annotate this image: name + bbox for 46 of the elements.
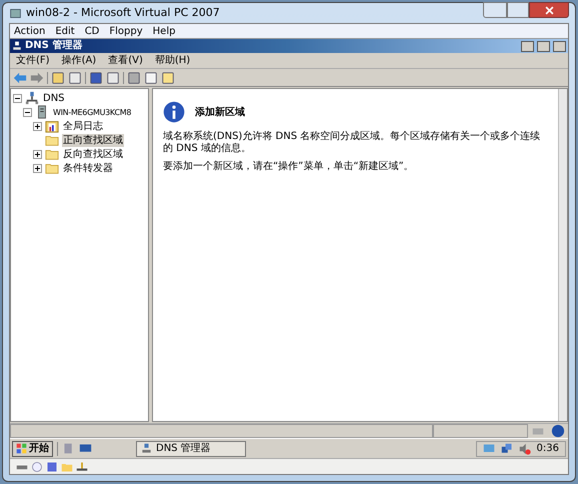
forward-arrow-icon [30, 70, 44, 84]
menu-item[interactable]: CD [84, 24, 100, 38]
detail-text: 要添加一个新区域，请在“操作”菜单，单击“新建区域”。 [163, 161, 415, 173]
window-title: win08-2 - Microsoft Virtual PC 2007 [26, 4, 221, 21]
tree-item[interactable]: WIN-ME6GMU3KCM8 [52, 106, 132, 118]
taskbar-button[interactable]: DNS 管理器 [136, 440, 246, 456]
clock: 0:36 [536, 442, 559, 456]
expand-toggle[interactable] [33, 150, 42, 158]
windows-logo-icon [16, 443, 27, 454]
close-icon [544, 6, 554, 14]
monitor-icon [482, 442, 495, 454]
menu-item[interactable]: 文件(F) [16, 53, 50, 68]
menu-item[interactable]: Floppy [109, 24, 143, 38]
minimize-button[interactable] [521, 40, 534, 52]
menu-item[interactable]: 操作(A) [62, 53, 96, 68]
console-title: DNS 管理器 [25, 40, 84, 52]
monitor-icon [79, 442, 92, 455]
info-icon [163, 101, 185, 123]
muted-speaker-icon [518, 442, 531, 454]
minimize-button[interactable] [483, 2, 507, 18]
back-arrow-icon [13, 70, 27, 84]
disc-icon [31, 460, 43, 472]
tree-item[interactable]: 正向查找区域 [62, 134, 124, 146]
menu-item[interactable]: Help [152, 24, 176, 38]
menu-item[interactable]: Edit [55, 24, 75, 38]
tree-item[interactable]: 条件转发器 [62, 162, 114, 174]
maximize-button[interactable] [507, 2, 529, 18]
detail-text: 域名称系统(DNS)允许将 DNS 名称空间分成区域。每个区域存储有关一个或多个连续的 DNS 域的信息。 [163, 131, 542, 155]
log-icon [45, 119, 59, 133]
expand-toggle[interactable] [13, 94, 22, 102]
expand-toggle[interactable] [23, 108, 32, 116]
menu-item[interactable]: 查看(V) [108, 53, 143, 68]
tree-item[interactable]: DNS [42, 92, 66, 104]
start-button[interactable]: 开始 [12, 440, 53, 456]
restore-button[interactable] [537, 40, 550, 52]
close-button[interactable] [553, 40, 566, 52]
close-button[interactable] [529, 2, 569, 18]
menu-item[interactable]: Action [14, 24, 46, 38]
tree-item[interactable]: 反向查找区域 [62, 148, 124, 160]
expand-toggle[interactable] [33, 164, 42, 172]
menu-item[interactable]: 帮助(H) [154, 53, 190, 68]
app-icon [9, 6, 22, 20]
scrollbar[interactable] [558, 89, 567, 421]
detail-heading: 添加新区域 [195, 105, 245, 120]
tree-item[interactable]: 全局日志 [62, 120, 104, 132]
expand-toggle[interactable] [33, 122, 42, 130]
